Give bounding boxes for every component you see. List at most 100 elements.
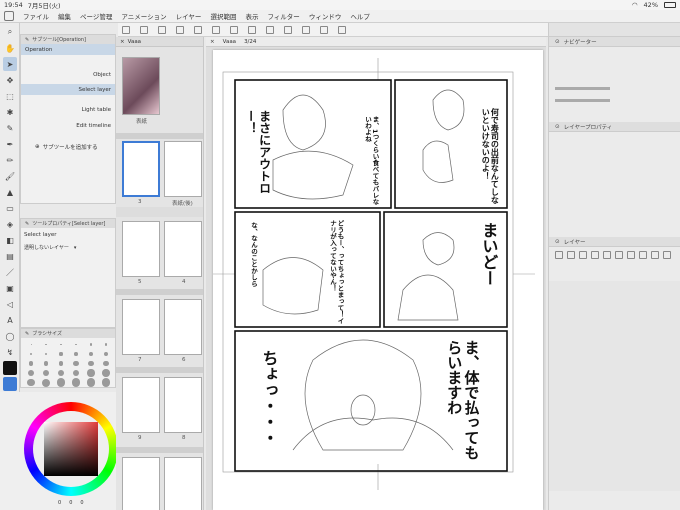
subtool-select-layer[interactable]: Select layer [21,84,115,95]
subtool-light-table[interactable]: Light table [21,104,115,115]
pages-tab[interactable]: × Vaaa [116,37,203,47]
menu-animation[interactable]: アニメーション [121,11,166,21]
brush-size-option[interactable] [24,378,38,387]
brush-size-option[interactable] [54,359,68,368]
saturation-value-square[interactable] [44,422,98,476]
pencil-tool-icon[interactable]: ✏ [3,153,17,167]
save-icon[interactable] [176,25,184,34]
page-5-thumbnail[interactable] [122,221,160,277]
zoom-slider[interactable] [555,87,610,90]
zoom-tool-icon[interactable]: ⌕ [3,25,17,39]
clip-icon[interactable] [639,251,647,259]
brush-size-option[interactable] [24,369,38,378]
transform-icon[interactable] [248,25,256,34]
close-icon[interactable]: × [210,39,215,45]
invert-selection-icon[interactable] [302,25,310,34]
hand-tool-icon[interactable]: ✋ [3,41,17,55]
brush-size-option[interactable] [69,359,83,368]
brush-size-option[interactable] [84,359,98,368]
brush-size-option[interactable] [39,340,53,349]
page-list-icon[interactable] [122,25,130,34]
brush-size-option[interactable] [24,340,38,349]
blend-tool-icon[interactable]: ◈ [3,217,17,231]
navigator-header[interactable]: ⊙ ナビゲーター [549,37,680,47]
operation-tool-icon[interactable]: ➤ [3,57,17,71]
new-folder-icon[interactable] [579,251,587,259]
brush-size-option[interactable] [84,340,98,349]
brush-size-option[interactable] [54,350,68,359]
brush-size-option[interactable] [99,350,113,359]
brush-size-option[interactable] [69,378,83,387]
page-10-thumbnail[interactable] [164,457,202,510]
fill-tool-icon[interactable]: ◧ [3,233,17,247]
gradient-tool-icon[interactable]: ▤ [3,249,17,263]
select-all-icon[interactable] [266,25,274,34]
menu-selection[interactable]: 選択範囲 [210,11,236,21]
lock-icon[interactable] [663,251,671,259]
document-tab[interactable]: × Vaaa 3/24 [206,37,546,47]
cover-thumbnail[interactable] [122,57,160,115]
new-raster-layer-icon[interactable] [555,251,563,259]
brush-size-option[interactable] [99,378,113,387]
fill-icon[interactable] [320,25,328,34]
delete-layer-icon[interactable] [615,251,623,259]
rotate-slider[interactable] [555,99,610,102]
open-icon[interactable] [158,25,166,34]
main-color-swatch[interactable] [3,361,17,375]
menu-layer[interactable]: レイヤー [176,11,202,21]
brush-size-option[interactable] [99,359,113,368]
mask-icon[interactable] [627,251,635,259]
menu-view[interactable]: 表示 [245,11,258,21]
page-7-thumbnail[interactable] [122,299,160,355]
text-tool-icon[interactable]: A [3,313,17,327]
ruler-tool-icon[interactable]: ◁ [3,297,17,311]
page-9-thumbnail[interactable] [122,377,160,433]
menu-file[interactable]: ファイル [23,11,49,21]
copy-layer-icon[interactable] [591,251,599,259]
brush-size-option[interactable] [54,378,68,387]
menu-edit[interactable]: 編集 [58,11,71,21]
manga-page[interactable]: 何で寿司の出前なんてしないといけないのよ！ ま、1つくらい食べてもバレないわよね… [213,50,543,510]
brush-size-option[interactable] [84,350,98,359]
auto-select-tool-icon[interactable]: ✱ [3,105,17,119]
brush-size-option[interactable] [54,369,68,378]
brush-tool-icon[interactable]: 🖌 [3,169,17,183]
layer-property-header[interactable]: ⊙ レイヤープロパティ [549,122,680,132]
brush-size-option[interactable] [39,359,53,368]
subtool-object[interactable]: Object [21,69,115,80]
brush-size-option[interactable] [84,369,98,378]
brush-size-option[interactable] [54,340,68,349]
subtool-edit-timeline[interactable]: Edit timeline [21,120,115,131]
new-vector-layer-icon[interactable] [567,251,575,259]
page-back-cover-thumbnail[interactable] [164,141,202,197]
menu-window[interactable]: ウィンドウ [309,11,342,21]
page-6-thumbnail[interactable] [164,299,202,355]
brush-size-option[interactable] [69,369,83,378]
toolprop-option-row[interactable]: 透明しないレイヤー ▾ [21,242,115,253]
deselect-icon[interactable] [284,25,292,34]
add-subtool-button[interactable]: ⊕ サブツールを追加する [21,141,115,152]
merge-layer-icon[interactable] [603,251,611,259]
frame-tool-icon[interactable]: ▣ [3,281,17,295]
clear-icon[interactable] [230,25,238,34]
new-page-icon[interactable] [140,25,148,34]
undo-icon[interactable] [194,25,202,34]
menu-filter[interactable]: フィルター [267,11,299,21]
reference-icon[interactable] [651,251,659,259]
airbrush-tool-icon[interactable]: ▲ [3,185,17,199]
pen-tool-icon[interactable]: ✒ [3,137,17,151]
page-3-thumbnail[interactable] [122,141,160,197]
menu-page[interactable]: ページ管理 [80,11,112,21]
sub-color-swatch[interactable] [3,377,17,391]
balloon-tool-icon[interactable]: ◯ [3,329,17,343]
redo-icon[interactable] [212,25,220,34]
eyedropper-tool-icon[interactable]: ✎ [3,121,17,135]
page-8-thumbnail[interactable] [164,377,202,433]
eraser-tool-icon[interactable]: ▭ [3,201,17,215]
brush-size-option[interactable] [39,350,53,359]
brush-size-option[interactable] [69,350,83,359]
move-layer-tool-icon[interactable]: ✥ [3,73,17,87]
figure-tool-icon[interactable]: ／ [3,265,17,279]
brush-size-option[interactable] [24,350,38,359]
brush-size-option[interactable] [99,369,113,378]
